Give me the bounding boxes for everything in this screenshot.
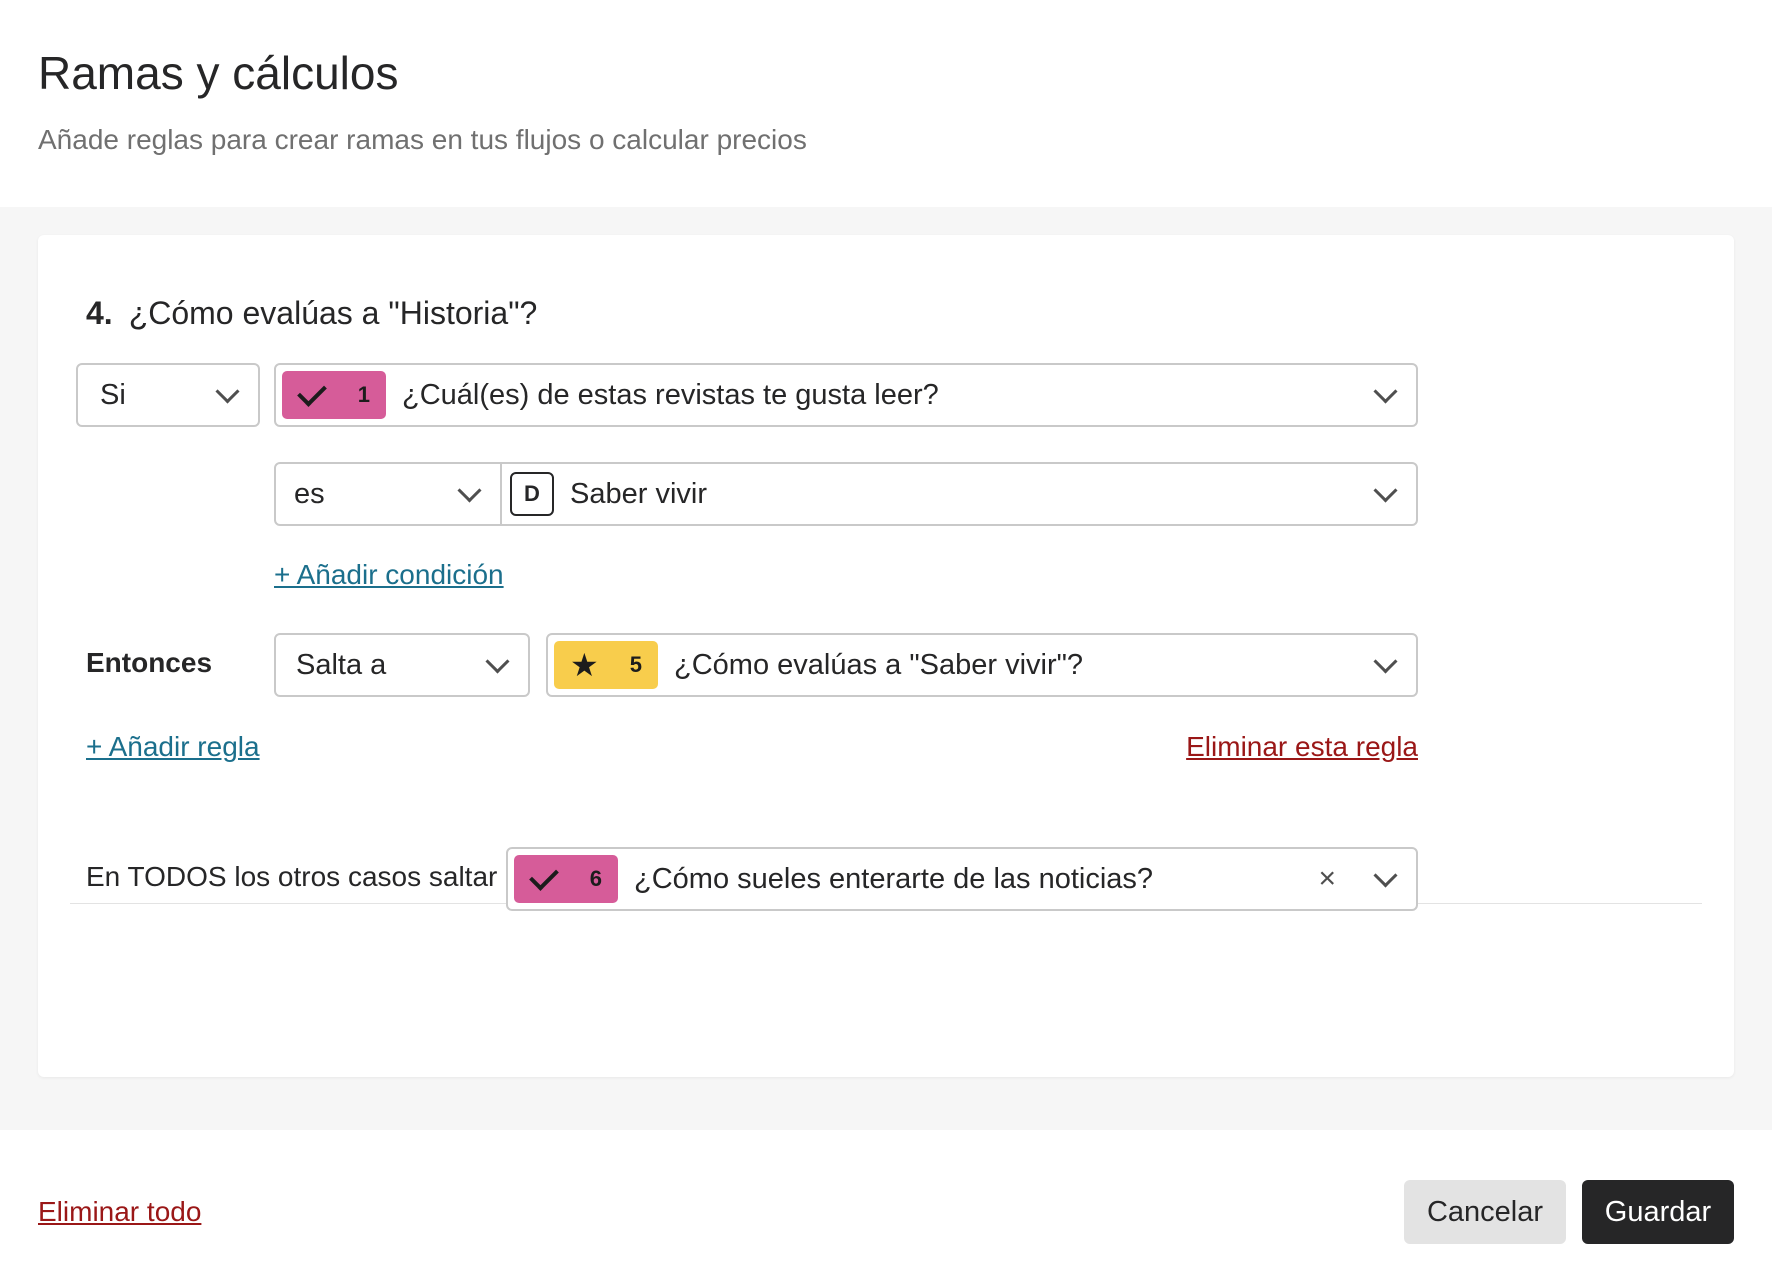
condition-prefix-select[interactable]: Si — [76, 363, 260, 427]
chevron-down-icon — [1373, 863, 1398, 888]
cancel-button[interactable]: Cancelar — [1404, 1180, 1566, 1244]
question-badge: 1 — [282, 371, 386, 419]
question-badge-number: 1 — [357, 382, 370, 407]
rule-card: 4. ¿Cómo evalúas a "Historia"? Si 1 ¿Cuál… — [38, 235, 1734, 1077]
question-badge: ★ 5 — [554, 641, 658, 689]
condition-question-select[interactable]: 1 ¿Cuál(es) de estas revistas te gusta l… — [274, 363, 1418, 427]
question-badge-number: 5 — [629, 652, 642, 677]
question-number: 4. — [86, 295, 113, 331]
operator-select[interactable]: es — [274, 462, 502, 526]
question-badge-number: 6 — [589, 866, 602, 891]
fallback-label: En TODOS los otros casos saltar a — [86, 861, 521, 892]
condition-question-text: ¿Cuál(es) de estas revistas te gusta lee… — [402, 378, 939, 411]
header: Ramas y cálculos Añade reglas para crear… — [0, 0, 1772, 207]
delete-all-link[interactable]: Eliminar todo — [38, 1196, 201, 1228]
question-text: ¿Cómo evalúas a "Historia"? — [128, 295, 538, 331]
answer-letter-badge: D — [510, 472, 554, 516]
fallback-question-text: ¿Cómo sueles enterarte de las noticias? — [634, 862, 1154, 895]
answer-value-text: Saber vivir — [570, 477, 707, 510]
add-condition-link[interactable]: + Añadir condición — [274, 559, 504, 591]
target-question-text: ¿Cómo evalúas a "Saber vivir"? — [674, 648, 1084, 681]
question-badge: 6 — [514, 855, 618, 903]
star-icon: ★ — [570, 647, 599, 683]
question-title: 4. ¿Cómo evalúas a "Historia"? — [86, 295, 537, 332]
target-question-select[interactable]: ★ 5 ¿Cómo evalúas a "Saber vivir"? — [546, 633, 1418, 697]
delete-rule-link[interactable]: Eliminar esta regla — [1186, 731, 1418, 763]
content-area: 4. ¿Cómo evalúas a "Historia"? Si 1 ¿Cuál… — [0, 207, 1772, 1130]
save-button[interactable]: Guardar — [1582, 1180, 1734, 1244]
check-icon — [529, 861, 559, 891]
footer: Eliminar todo Cancelar Guardar — [0, 1130, 1772, 1288]
page-subtitle: Añade reglas para crear ramas en tus flu… — [38, 124, 807, 155]
clear-icon[interactable]: × — [1318, 863, 1336, 895]
add-rule-link[interactable]: + Añadir regla — [86, 731, 260, 763]
chevron-down-icon — [1373, 478, 1398, 503]
action-select[interactable]: Salta a — [274, 633, 530, 697]
then-label: Entonces — [86, 647, 213, 678]
chevron-down-icon — [1373, 649, 1398, 674]
answer-value-select[interactable]: D Saber vivir — [500, 462, 1418, 526]
fallback-question-select[interactable]: 6 ¿Cómo sueles enterarte de las noticias… — [506, 847, 1418, 911]
check-icon — [297, 377, 327, 407]
page-title: Ramas y cálculos — [38, 47, 399, 99]
chevron-down-icon — [1373, 379, 1398, 404]
